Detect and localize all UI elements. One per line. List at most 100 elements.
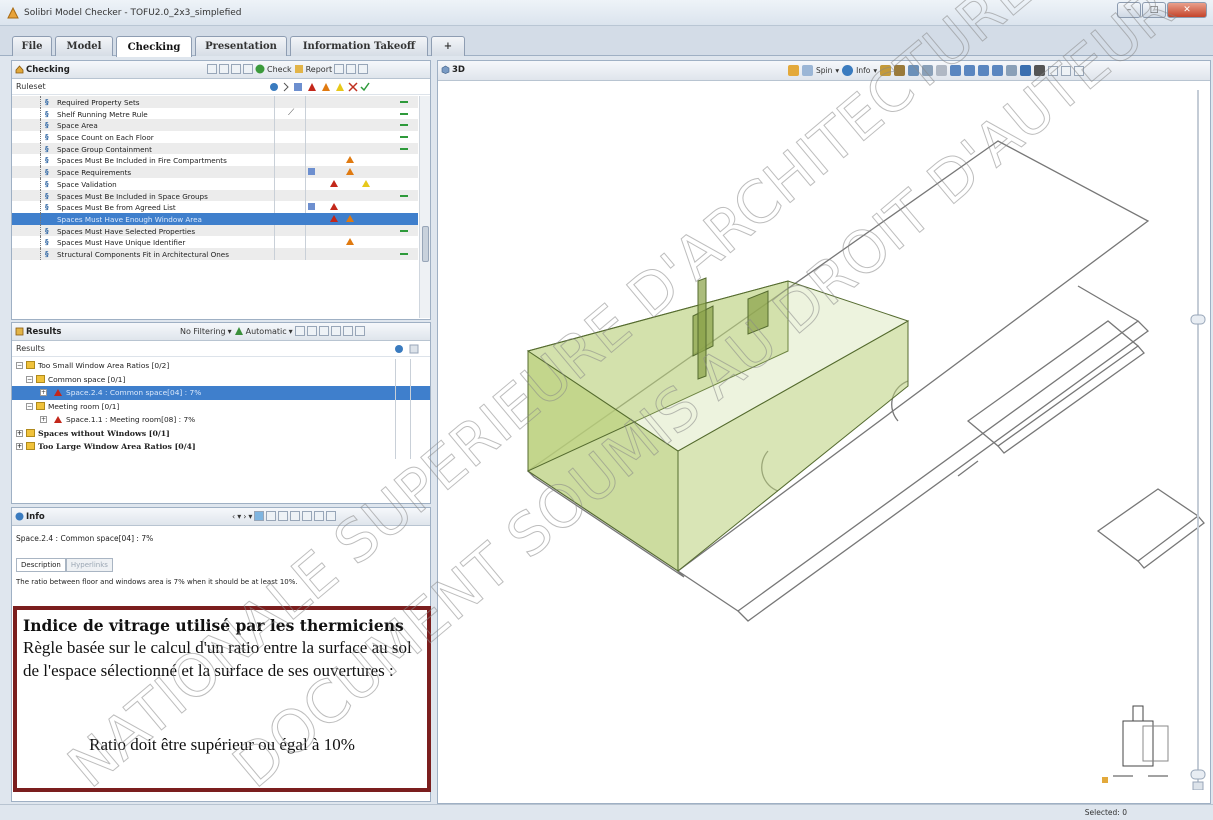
forward-arrow-icon[interactable]: ›: [243, 512, 246, 521]
display-icon[interactable]: [936, 65, 948, 76]
annotation-title: Indice de vitrage utilisé par les thermi…: [23, 616, 404, 635]
close-button[interactable]: ✕: [1167, 2, 1207, 18]
list-item[interactable]: § Space Group Containment: [12, 142, 418, 155]
results-group-row[interactable]: + Spaces without Windows [0/1]: [12, 427, 430, 441]
expand-all-icon[interactable]: [294, 326, 305, 336]
list-item[interactable]: § Spaces Must Have Selected Properties: [12, 224, 418, 237]
window-2: [747, 290, 769, 335]
panel-menu-icon[interactable]: [330, 326, 341, 336]
panel-menu-icon[interactable]: [334, 64, 345, 74]
dropdown-icon[interactable]: ▾: [237, 512, 241, 521]
zoom-fit-icon[interactable]: [950, 65, 962, 76]
tab-information-takeoff[interactable]: Information Takeoff: [290, 36, 428, 56]
panel-restore-icon[interactable]: [342, 326, 353, 336]
list-item-selected[interactable]: Spaces Must Have Enough Window Area: [12, 212, 418, 225]
list-item[interactable]: § Structural Components Fit in Architectu…: [12, 247, 418, 260]
panel-restore-icon[interactable]: [346, 64, 357, 74]
annotation-ratio: Ratio doit être supérieur ou égal à 10%: [89, 735, 355, 754]
spin-button[interactable]: Spin: [816, 66, 832, 75]
results-group-row[interactable]: − Meeting room [0/1]: [12, 400, 430, 414]
info-title: Info: [26, 512, 45, 522]
tab-checking[interactable]: Checking: [116, 36, 192, 57]
results-group-row[interactable]: − Too Small Window Area Ratios [0/2]: [12, 359, 430, 373]
list-item[interactable]: § Required Property Sets: [12, 96, 418, 108]
ruleset-column-icons: [270, 82, 370, 92]
list-item[interactable]: § Space Validation: [12, 177, 418, 190]
report-icon[interactable]: [294, 64, 304, 74]
chevron-down-icon: ▾: [288, 326, 293, 336]
section-icon[interactable]: [894, 65, 906, 76]
view-options-icon[interactable]: [1020, 65, 1032, 76]
pan-icon[interactable]: [788, 65, 799, 76]
panel-restore-icon[interactable]: [1061, 65, 1072, 76]
list-view-icon[interactable]: [318, 326, 329, 336]
panel-close-icon[interactable]: [1074, 65, 1085, 76]
results-item[interactable]: + Space.1.1 : Meeting room[08] : 7%: [12, 413, 430, 427]
maximize-button[interactable]: □: [1142, 2, 1166, 18]
check-button[interactable]: Check: [267, 65, 292, 74]
info-icon[interactable]: [842, 65, 854, 76]
panel-menu-icon[interactable]: [302, 511, 313, 521]
list-item[interactable]: § Shelf Running Metre Rule ⟋: [12, 107, 418, 120]
tab-hyperlinks[interactable]: Hyperlinks: [65, 558, 113, 572]
status-bar: Selected: 0: [0, 804, 1213, 820]
zoom-out-icon[interactable]: [978, 65, 990, 76]
print-icon[interactable]: [243, 64, 253, 74]
layers-icon[interactable]: [922, 65, 934, 76]
panel-menu-icon[interactable]: [1048, 65, 1059, 76]
list-item[interactable]: § Spaces Must Have Unique Identifier: [12, 236, 418, 248]
list-item[interactable]: § Spaces Must Be Included in Fire Compart…: [12, 154, 418, 167]
checking-panel: Checking Check Report Ruleset § Required…: [11, 60, 431, 320]
panel-close-icon[interactable]: [354, 326, 365, 336]
checking-house-icon: [15, 65, 24, 74]
filter-dropdown[interactable]: No Filtering: [180, 327, 226, 336]
info-view-icon[interactable]: [254, 511, 265, 521]
tab-model[interactable]: Model: [55, 36, 113, 56]
measure-icon[interactable]: [1006, 65, 1018, 76]
tab-file[interactable]: File: [12, 36, 52, 56]
ruleset-tree: § Required Property Sets § Shelf Running M…: [12, 96, 418, 260]
results-group-row[interactable]: + Too Large Window Area Ratios [0/4]: [12, 440, 430, 454]
zoom-in-icon[interactable]: [964, 65, 976, 76]
list-item[interactable]: § Spaces Must Be Included in Space Groups: [12, 189, 418, 202]
open-ruleset-icon[interactable]: [207, 64, 217, 74]
zoom-window-icon[interactable]: [992, 65, 1004, 76]
panel-close-icon[interactable]: [358, 64, 369, 74]
list-item[interactable]: § Space Requirements: [12, 166, 418, 178]
collapse-all-icon[interactable]: [306, 326, 317, 336]
visibility-icon[interactable]: [880, 65, 892, 76]
navigation-cube[interactable]: [1098, 681, 1198, 796]
annotation-body: Règle basée sur le calcul d'un ratio ent…: [23, 638, 412, 680]
automatic-dropdown[interactable]: Automatic: [246, 327, 287, 336]
camera-icon[interactable]: [908, 65, 920, 76]
grid-view-icon[interactable]: [219, 64, 229, 74]
list-view-icon[interactable]: [290, 511, 301, 521]
ruleset-scrollbar[interactable]: [419, 96, 430, 318]
list-item[interactable]: § Spaces Must Be from Agreed List: [12, 201, 418, 213]
list-item[interactable]: § Space Area: [12, 119, 418, 132]
minimize-button[interactable]: –: [1117, 2, 1141, 18]
panel-close-icon[interactable]: [326, 511, 337, 521]
list-view-icon[interactable]: [231, 64, 241, 74]
dropdown-icon[interactable]: ▾: [248, 512, 252, 521]
home-icon: [1102, 777, 1108, 783]
report-button[interactable]: Report: [306, 65, 333, 74]
render-mode-icon[interactable]: [1034, 65, 1046, 76]
results-item-selected[interactable]: + Space.2.4 : Common space[04] : 7%: [12, 386, 430, 400]
check-run-icon[interactable]: [255, 64, 265, 74]
results-group-row[interactable]: − Common space [0/1]: [12, 373, 430, 387]
side-ledge-2: [1096, 488, 1200, 562]
chevron-down-icon: ▾: [227, 326, 232, 336]
zoom-slider[interactable]: [1188, 90, 1208, 790]
list-item[interactable]: § Space Count on Each Floor: [12, 131, 418, 143]
rotate-icon[interactable]: [802, 65, 813, 76]
tab-description[interactable]: Description: [16, 558, 66, 572]
zoom-in-icon[interactable]: [266, 511, 277, 521]
info-button[interactable]: Info: [856, 66, 870, 75]
3d-model-canvas[interactable]: [438, 81, 1210, 803]
tab-presentation[interactable]: Presentation: [195, 36, 287, 56]
add-tab-button[interactable]: +: [431, 36, 465, 56]
panel-restore-icon[interactable]: [314, 511, 325, 521]
zoom-out-icon[interactable]: [278, 511, 289, 521]
back-arrow-icon[interactable]: ‹: [232, 512, 235, 521]
